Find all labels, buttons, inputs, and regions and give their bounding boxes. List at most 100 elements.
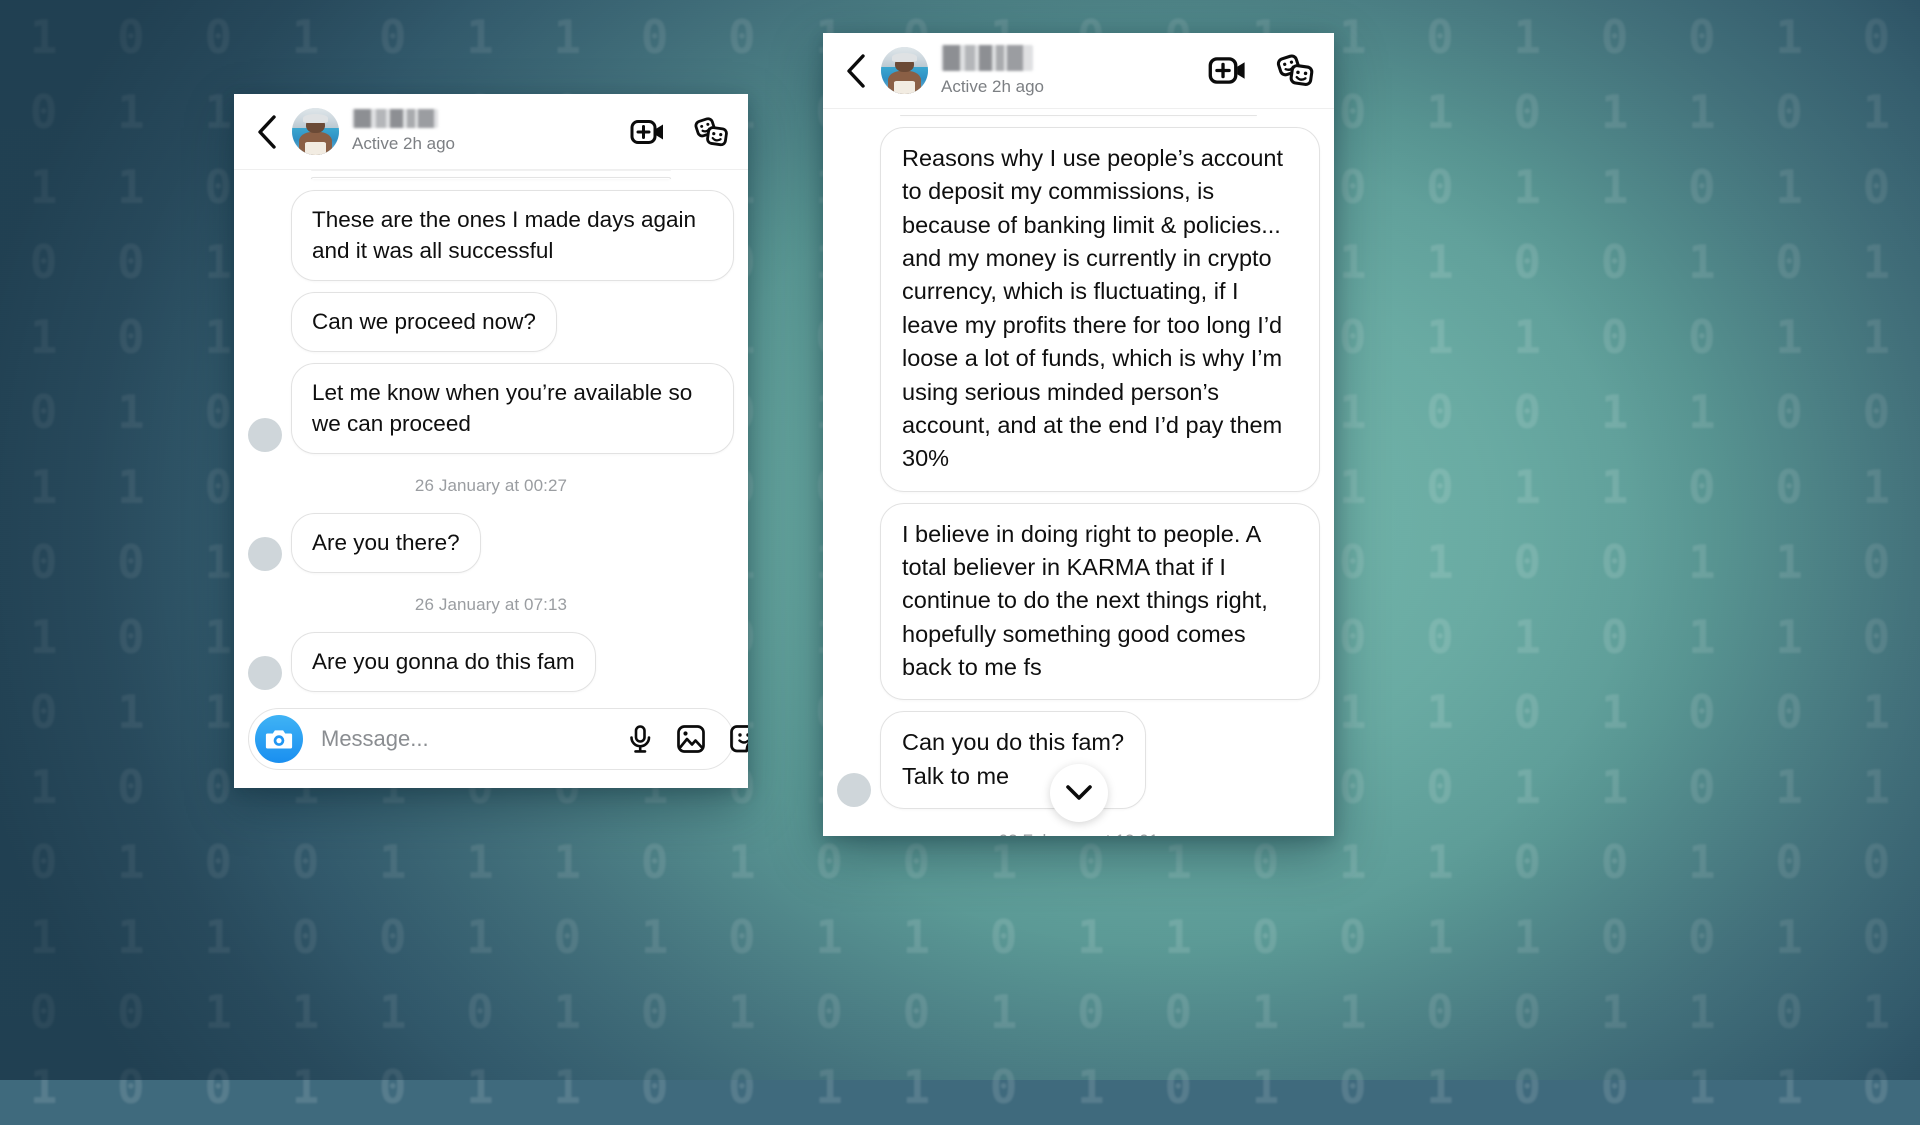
binary-digit: 1 [1251, 1060, 1280, 1114]
binary-digit: 0 [1426, 385, 1454, 439]
message-input[interactable] [317, 726, 613, 752]
message-list-right[interactable]: Reasons why I use people’s account to de… [823, 109, 1334, 836]
message-row: These are the ones I made days again and… [248, 189, 734, 281]
notes-cards-icon[interactable] [694, 116, 730, 148]
binary-digit: 1 [1600, 985, 1629, 1039]
message-bubble[interactable]: I believe in doing right to people. A to… [880, 502, 1320, 701]
message-list-left[interactable]: These are the ones I made days again and… [234, 170, 748, 698]
binary-digit: 0 [1862, 910, 1891, 964]
binary-digit: 0 [1775, 235, 1803, 289]
binary-digit: 0 [640, 985, 669, 1039]
partial-message-bubble-top [311, 170, 671, 171]
back-button[interactable] [246, 110, 286, 154]
binary-digit: 0 [1600, 235, 1629, 289]
binary-digit: 0 [1513, 1060, 1542, 1114]
message-bubble[interactable]: Are you there? [291, 512, 481, 573]
video-call-plus-icon[interactable] [630, 118, 666, 146]
binary-digit: 0 [117, 760, 145, 814]
binary-digit: 0 [1513, 85, 1542, 139]
avatar[interactable] [292, 108, 339, 155]
binary-digit: 1 [815, 1060, 843, 1114]
binary-digit: 0 [1251, 835, 1280, 889]
binary-digit: 0 [989, 1060, 1018, 1114]
message-avatar[interactable] [248, 656, 282, 690]
microphone-icon[interactable] [627, 724, 653, 754]
binary-digit: 1 [553, 10, 582, 64]
message-row: Are you there? [248, 512, 734, 573]
binary-digit: 1 [1600, 85, 1629, 139]
binary-digit: 0 [1687, 160, 1716, 214]
binary-digit: 1 [553, 1060, 582, 1114]
header-actions [1208, 53, 1316, 88]
binary-digit: 0 [117, 310, 145, 364]
binary-digit: 0 [1426, 985, 1454, 1039]
message-row: Reasons why I use people’s account to de… [837, 127, 1320, 492]
message-bubble[interactable]: Can we proceed now? [291, 291, 557, 352]
binary-digit: 1 [1426, 85, 1454, 139]
binary-digit: 1 [1600, 460, 1629, 514]
camera-button[interactable] [255, 715, 303, 763]
binary-digit: 1 [29, 10, 58, 64]
binary-digit: 0 [378, 910, 407, 964]
binary-digit: 1 [1426, 310, 1454, 364]
binary-digit: 1 [29, 160, 58, 214]
message-bubble[interactable]: Are you gonna do this fam [291, 631, 596, 692]
message-avatar[interactable] [248, 536, 282, 571]
binary-digit: 1 [815, 910, 843, 964]
binary-digit: 1 [117, 85, 145, 139]
binary-digit: 1 [1426, 1060, 1454, 1114]
binary-digit: 1 [1513, 160, 1542, 214]
binary-digit: 1 [466, 910, 494, 964]
message-bubble[interactable]: These are the ones I made days again and… [291, 189, 734, 281]
binary-digit: 0 [1338, 910, 1367, 964]
binary-digit: 0 [1862, 10, 1891, 64]
binary-digit: 0 [1513, 235, 1542, 289]
binary-digit: 0 [1600, 835, 1629, 889]
binary-digit: 1 [1600, 760, 1629, 814]
binary-digit: 1 [1687, 535, 1716, 589]
binary-digit: 0 [1862, 835, 1891, 889]
binary-digit: 1 [1513, 760, 1542, 814]
binary-digit: 0 [378, 1060, 407, 1114]
composer-bar [248, 708, 748, 770]
binary-digit: 0 [29, 985, 58, 1039]
binary-digit: 0 [553, 910, 582, 964]
notes-cards-icon[interactable] [1276, 53, 1316, 88]
composer-actions [627, 724, 748, 754]
sticker-smiley-icon[interactable] [729, 724, 748, 754]
message-avatar[interactable] [248, 417, 282, 452]
back-button[interactable] [835, 49, 875, 93]
binary-digit: 1 [466, 1060, 494, 1114]
chevron-left-icon [257, 114, 276, 149]
scroll-to-bottom-button[interactable] [1049, 764, 1108, 822]
binary-digit: 0 [1600, 910, 1629, 964]
binary-digit: 1 [1338, 835, 1367, 889]
binary-digit: 1 [1600, 160, 1629, 214]
binary-digit: 0 [204, 10, 233, 64]
message-bubble[interactable]: Let me know when you’re available so we … [291, 362, 734, 454]
binary-digit: 1 [378, 985, 407, 1039]
binary-digit: 1 [291, 985, 320, 1039]
image-gallery-icon[interactable] [676, 724, 706, 754]
binary-digit: 1 [1775, 10, 1803, 64]
binary-digit: 0 [1513, 685, 1542, 739]
binary-digit: 1 [1513, 460, 1542, 514]
avatar[interactable] [881, 47, 928, 94]
binary-digit: 0 [1687, 760, 1716, 814]
video-call-plus-icon[interactable] [1208, 55, 1248, 86]
binary-digit: 0 [29, 85, 58, 139]
chevron-down-icon [1065, 785, 1092, 800]
username-redacted [352, 109, 438, 128]
message-timestamp: 26 January at 00:27 [414, 475, 568, 495]
chat-screenshot-left: Active 2h ago These are the ones I made … [234, 94, 748, 788]
binary-digit: 1 [29, 1060, 58, 1114]
chevron-left-icon [846, 53, 865, 88]
binary-digit: 1 [1775, 535, 1803, 589]
binary-digit: 1 [1862, 460, 1891, 514]
binary-digit: 1 [1775, 910, 1803, 964]
header-texts: Active 2h ago [352, 109, 620, 154]
binary-digit: 1 [378, 835, 407, 889]
binary-digit: 0 [291, 835, 320, 889]
message-bubble[interactable]: Reasons why I use people’s account to de… [880, 127, 1320, 492]
message-avatar[interactable] [837, 773, 871, 808]
